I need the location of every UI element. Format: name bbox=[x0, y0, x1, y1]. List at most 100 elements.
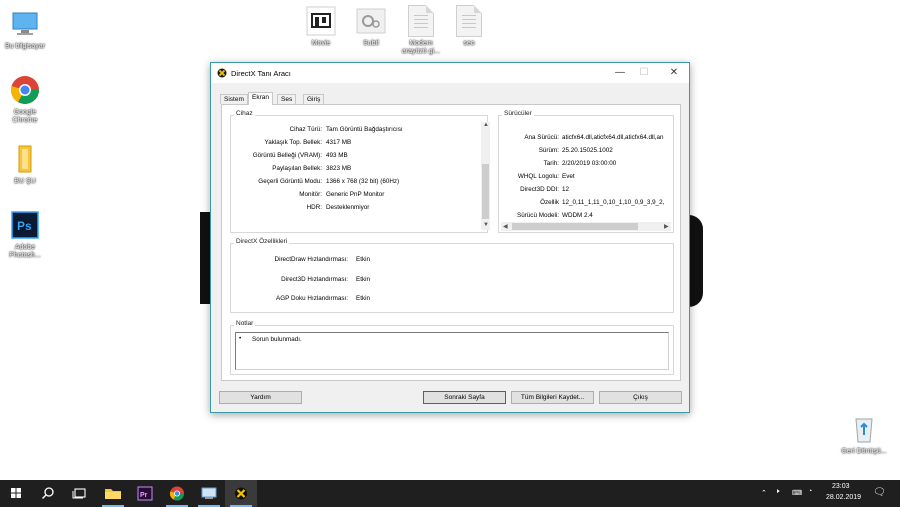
next-page-button[interactable]: Sonraki Sayfa bbox=[423, 391, 506, 404]
keyboard-icon[interactable]: ⌨ bbox=[792, 489, 802, 497]
task-view-button[interactable] bbox=[64, 480, 96, 507]
taskbar-file-explorer[interactable] bbox=[97, 480, 129, 507]
help-button[interactable]: Yardım bbox=[219, 391, 302, 404]
scroll-thumb[interactable] bbox=[482, 164, 489, 219]
tab-ekran[interactable]: Ekran bbox=[248, 92, 273, 105]
speaker-icon[interactable]: 🕨 bbox=[775, 488, 779, 496]
hdr-label: HDR: bbox=[306, 204, 322, 211]
device-group-title: Cihaz bbox=[234, 110, 255, 117]
exit-button[interactable]: Çıkış bbox=[599, 391, 682, 404]
desktop-icon-seo[interactable]: seo bbox=[445, 5, 493, 48]
driver-date-label: Tarih: bbox=[543, 160, 559, 167]
driver-version-value: 25.20.15025.1002 bbox=[562, 147, 613, 154]
close-button[interactable]: ✕ bbox=[663, 66, 685, 80]
photoshop-icon: Ps bbox=[9, 209, 41, 241]
desktop-icon-label: Modem arayüzü gi... bbox=[401, 40, 441, 55]
shared-memory-label: Paylaşılan Bellek: bbox=[272, 165, 322, 172]
notes-textbox[interactable]: • Sorun bulunmadı. bbox=[235, 332, 669, 370]
recycle-bin-icon bbox=[848, 413, 880, 445]
vram-label: Görüntü Belleği (VRAM): bbox=[252, 152, 322, 159]
maximize-button[interactable]: ☐ bbox=[633, 66, 655, 80]
hdr-value: Desteklenmiyor bbox=[326, 204, 370, 211]
directx-icon bbox=[235, 487, 247, 500]
start-button[interactable] bbox=[0, 480, 32, 507]
save-all-info-button[interactable]: Tüm Bilgileri Kaydet... bbox=[511, 391, 594, 404]
settings-file-icon bbox=[355, 5, 387, 37]
notification-icon[interactable]: 🗨 bbox=[873, 487, 886, 498]
desktop-icon-folder[interactable]: BU ŞU bbox=[1, 143, 49, 186]
search-icon bbox=[42, 487, 54, 499]
folder-icon bbox=[9, 143, 41, 175]
feature-levels-label: Özellik bbox=[540, 199, 559, 206]
scroll-left-arrow-icon[interactable]: ◀ bbox=[503, 223, 508, 230]
premiere-icon: Pr bbox=[137, 486, 153, 501]
desktop-icon-modem[interactable]: Modem arayüzü gi... bbox=[397, 5, 445, 56]
scroll-down-arrow-icon[interactable]: ▼ bbox=[483, 222, 489, 228]
taskbar-premiere[interactable]: Pr bbox=[129, 480, 161, 507]
wallpaper-shape-right bbox=[689, 215, 703, 307]
total-memory-label: Yaklaşık Top. Bellek: bbox=[264, 139, 322, 146]
driver-date-value: 2/20/2019 03:00:00 bbox=[562, 160, 617, 167]
tab-label: Ses bbox=[281, 96, 293, 103]
title-bar[interactable]: DirectX Tanı Aracı — ☐ ✕ bbox=[211, 63, 689, 83]
drivers-horizontal-scrollbar[interactable]: ◀ ▶ bbox=[501, 222, 671, 231]
tab-giris[interactable]: Giriş bbox=[303, 94, 325, 104]
tab-panel-ekran: Cihaz Cihaz Türü: Tam Görüntü Bağdaştırı… bbox=[221, 104, 681, 381]
tab-sistem[interactable]: Sistem bbox=[220, 94, 248, 104]
text-file-icon bbox=[408, 5, 434, 37]
clock-date[interactable]: 28.02.2019 bbox=[826, 494, 861, 501]
driver-version-label: Sürüm: bbox=[538, 147, 559, 154]
chrome-icon bbox=[169, 486, 184, 501]
vram-value: 493 MB bbox=[326, 152, 348, 159]
chrome-icon bbox=[9, 74, 41, 106]
desktop-icon-label: Bu bilgisayar bbox=[4, 43, 46, 50]
desktop-icon-label: seo bbox=[463, 40, 475, 47]
dxdiag-window: DirectX Tanı Aracı — ☐ ✕ Sistem Ekran Se… bbox=[210, 62, 690, 413]
desktop-icon-this-pc[interactable]: Bu bilgisayar bbox=[1, 8, 49, 51]
notes-bullet: • bbox=[239, 335, 242, 342]
ddi-value: 12 bbox=[562, 186, 570, 193]
desktop-icon-label: Google Chrome bbox=[12, 109, 38, 124]
directdraw-value: Etkin bbox=[356, 256, 370, 263]
directx-icon bbox=[217, 68, 227, 78]
scroll-thumb[interactable] bbox=[512, 223, 638, 230]
desktop-icon-recycle-bin[interactable]: Geri Dönüşü... bbox=[840, 413, 888, 456]
minimize-button[interactable]: — bbox=[609, 66, 631, 80]
agp-value: Etkin bbox=[356, 295, 370, 302]
search-button[interactable] bbox=[32, 480, 64, 507]
shared-memory-value: 3823 MB bbox=[326, 165, 352, 172]
device-vertical-scrollbar[interactable]: ▲ ▼ bbox=[481, 122, 490, 230]
direct3d-value: Etkin bbox=[356, 276, 370, 283]
task-view-icon bbox=[72, 488, 86, 499]
display-mode-label: Geçerli Görüntü Modu: bbox=[258, 178, 322, 185]
display-mode-value: 1366 x 768 (32 bit) (60Hz) bbox=[326, 178, 400, 185]
agp-label: AGP Doku Hızlandırması: bbox=[276, 295, 348, 302]
computer-icon bbox=[9, 8, 41, 40]
main-driver-label: Ana Sürücü: bbox=[524, 134, 559, 141]
driver-model-label: Sürücü Modeli: bbox=[517, 212, 559, 219]
taskbar-remote-app[interactable] bbox=[193, 480, 225, 507]
taskbar-chrome[interactable] bbox=[161, 480, 193, 507]
desktop-icon-label: Subtl bbox=[363, 40, 379, 47]
scroll-right-arrow-icon[interactable]: ▶ bbox=[664, 223, 669, 230]
desktop-icon-subtl[interactable]: Subtl bbox=[347, 5, 395, 48]
monitor-label: Monitör: bbox=[299, 191, 322, 198]
notes-text: Sorun bulunmadı. bbox=[252, 336, 302, 343]
desktop-icon-label: BU ŞU bbox=[14, 178, 36, 185]
desktop-icon-photoshop[interactable]: Ps Adobe Photosh... bbox=[1, 209, 49, 260]
tab-ses[interactable]: Ses bbox=[277, 94, 297, 104]
network-icon[interactable]: ◔ bbox=[808, 488, 812, 495]
driver-model-value: WDDM 2.4 bbox=[562, 212, 593, 219]
taskbar-dxdiag[interactable] bbox=[225, 480, 257, 507]
folder-icon bbox=[105, 489, 121, 499]
desktop-icon-movie[interactable]: Movie bbox=[297, 5, 345, 48]
taskbar: Pr ⌃ 🕨 ⌨ ◔ 23:03 28.02.2019 🗨 bbox=[0, 480, 900, 507]
scroll-up-arrow-icon[interactable]: ▲ bbox=[483, 122, 489, 128]
whql-label: WHQL Logolu: bbox=[517, 173, 559, 180]
tray-chevron-icon[interactable]: ⌃ bbox=[761, 489, 767, 497]
clock-time[interactable]: 23:03 bbox=[832, 483, 850, 490]
desktop-icon-label: Adobe Photosh... bbox=[9, 244, 41, 259]
desktop-icon-chrome[interactable]: Google Chrome bbox=[1, 74, 49, 125]
text-file-icon bbox=[456, 5, 482, 37]
desktop-icon-label: Movie bbox=[311, 40, 331, 47]
